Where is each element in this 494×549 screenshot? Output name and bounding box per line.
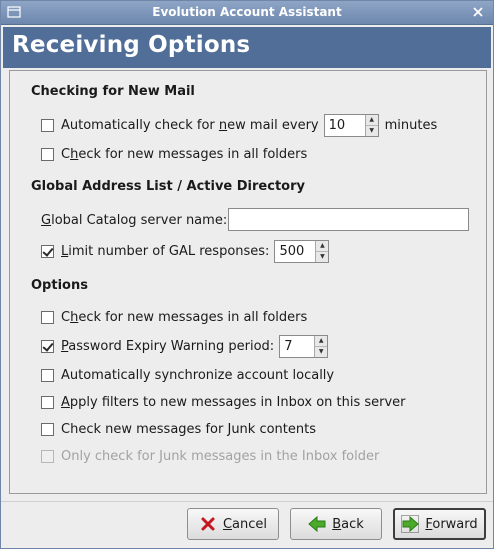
check-interval-stepper[interactable]: 10 ▲ ▼ bbox=[323, 113, 379, 137]
stepper-down-icon[interactable]: ▼ bbox=[365, 124, 378, 136]
interval-unit-label: minutes bbox=[384, 117, 438, 133]
junk-check-checkbox[interactable] bbox=[41, 422, 54, 436]
cancel-icon bbox=[199, 515, 217, 533]
junk-inbox-only-row: Only check for Junk messages in the Inbo… bbox=[41, 446, 379, 466]
options-check-all-folders-row: Check for new messages in all folders bbox=[41, 307, 307, 327]
stepper-up-icon[interactable]: ▲ bbox=[316, 241, 328, 251]
gal-limit-value[interactable]: 500 bbox=[275, 241, 315, 262]
gal-limit-label[interactable]: Limit number of GAL responses: bbox=[61, 244, 269, 259]
junk-inbox-only-label: Only check for Junk messages in the Inbo… bbox=[61, 448, 380, 464]
password-expiry-checkbox[interactable] bbox=[41, 339, 54, 353]
password-expiry-row: Password Expiry Warning period: 7 ▲ ▼ bbox=[41, 334, 334, 358]
catalog-label: Global Catalog server name: bbox=[41, 212, 228, 228]
gal-limit-row: Limit number of GAL responses: 500 ▲ ▼ bbox=[41, 239, 335, 263]
back-label: Back bbox=[332, 516, 364, 532]
auto-sync-label[interactable]: Automatically synchronize account locall… bbox=[61, 368, 334, 383]
stepper-down-icon[interactable]: ▼ bbox=[315, 345, 328, 357]
password-expiry-stepper[interactable]: 7 ▲ ▼ bbox=[279, 334, 329, 358]
catalog-server-input[interactable] bbox=[228, 208, 469, 231]
catalog-row: Global Catalog server name: bbox=[41, 210, 227, 230]
stepper-down-icon[interactable]: ▼ bbox=[316, 250, 329, 262]
section-title-checking: Checking for New Mail bbox=[31, 84, 195, 99]
options-check-all-folders-checkbox[interactable] bbox=[41, 310, 54, 324]
close-icon[interactable] bbox=[471, 5, 485, 19]
page-title: Receiving Options bbox=[12, 32, 251, 58]
back-button[interactable]: Back bbox=[290, 508, 382, 540]
junk-check-label[interactable]: Check new messages for Junk contents bbox=[61, 422, 316, 437]
check-interval-value[interactable]: 10 bbox=[325, 115, 365, 136]
password-expiry-value[interactable]: 7 bbox=[280, 336, 314, 357]
check-all-folders-row: Check for new messages in all folders bbox=[41, 144, 307, 164]
cancel-button[interactable]: Cancel bbox=[187, 508, 279, 540]
section-title-options: Options bbox=[31, 278, 88, 293]
gal-limit-checkbox[interactable] bbox=[41, 244, 54, 258]
assistant-window: Evolution Account Assistant Receiving Op… bbox=[0, 0, 494, 549]
junk-inbox-only-checkbox bbox=[41, 449, 54, 463]
apply-filters-checkbox[interactable] bbox=[41, 395, 54, 409]
cancel-label: Cancel bbox=[222, 516, 268, 532]
password-expiry-label[interactable]: Password Expiry Warning period: bbox=[61, 339, 274, 354]
auto-check-checkbox[interactable] bbox=[41, 118, 54, 132]
stepper-up-icon[interactable]: ▲ bbox=[315, 336, 327, 346]
auto-sync-checkbox[interactable] bbox=[41, 368, 54, 382]
forward-label: Forward bbox=[425, 516, 478, 532]
button-area-divider bbox=[1, 501, 493, 502]
forward-button[interactable]: Forward bbox=[393, 508, 486, 540]
page-header: Receiving Options bbox=[3, 27, 491, 68]
gal-limit-stepper[interactable]: 500 ▲ ▼ bbox=[274, 239, 330, 263]
section-title-gal: Global Address List / Active Directory bbox=[31, 179, 305, 194]
auto-sync-row: Automatically synchronize account locall… bbox=[41, 365, 334, 385]
title-bar[interactable]: Evolution Account Assistant bbox=[1, 1, 493, 25]
window-title: Evolution Account Assistant bbox=[152, 5, 342, 19]
back-arrow-icon bbox=[308, 515, 326, 533]
options-check-all-folders-label[interactable]: Check for new messages in all folders bbox=[61, 310, 307, 325]
auto-check-label[interactable]: Automatically check for new mail every bbox=[61, 118, 319, 133]
options-panel: Checking for New Mail Automatically chec… bbox=[9, 70, 487, 494]
check-all-folders-checkbox[interactable] bbox=[41, 147, 54, 161]
check-all-folders-label[interactable]: Check for new messages in all folders bbox=[61, 147, 307, 162]
apply-filters-row: Apply filters to new messages in Inbox o… bbox=[41, 392, 406, 412]
stepper-up-icon[interactable]: ▲ bbox=[366, 115, 378, 125]
auto-check-row: Automatically check for new mail every 1… bbox=[41, 113, 438, 137]
forward-arrow-icon bbox=[401, 515, 420, 533]
apply-filters-label[interactable]: Apply filters to new messages in Inbox o… bbox=[61, 395, 406, 410]
junk-check-row: Check new messages for Junk contents bbox=[41, 419, 316, 439]
